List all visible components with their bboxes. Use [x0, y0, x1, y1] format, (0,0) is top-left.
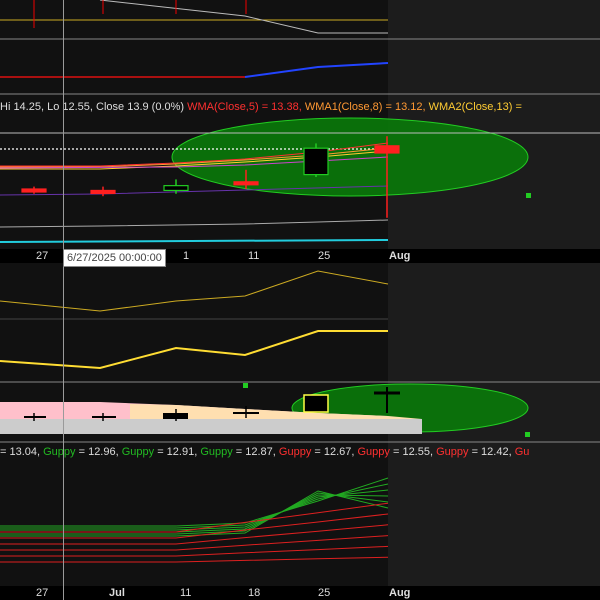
price-legend: Hi 14.25, Lo 12.55, Close 13.9 (0.0%) WM…	[0, 100, 522, 114]
guppy-value: = 12.87,	[235, 446, 279, 458]
price-plot	[0, 117, 600, 243]
date-label: 18	[248, 587, 261, 599]
candle-body[interactable]	[21, 188, 47, 193]
candle-body[interactable]	[163, 185, 189, 192]
guppy-value: = 12.96,	[78, 446, 122, 458]
signal-marker	[526, 193, 531, 198]
guppy-label: Guppy	[357, 446, 393, 458]
volume-indicator-plot	[0, 270, 600, 383]
legend-hi: Hi 14.25,	[0, 101, 45, 113]
date-label: 25	[318, 250, 331, 262]
guppy-label: Guppy	[278, 446, 315, 458]
guppy-value: = 13.04,	[0, 446, 44, 458]
guppy-short-line	[0, 483, 389, 529]
date-label: 27	[36, 250, 49, 262]
guppy-plot	[0, 441, 600, 563]
guppy-long-line	[0, 556, 389, 563]
legend-close: Close 13.9 (0.0%)	[96, 101, 185, 113]
guppy-value: = 12.67,	[314, 446, 358, 458]
volume-indicator-pane[interactable]	[0, 263, 600, 383]
date-label: 25	[318, 587, 331, 599]
guppy-pane[interactable]: = 13.04, Guppy = 12.96, Guppy = 12.91, G…	[0, 440, 600, 586]
top-indicator-plot	[0, 0, 600, 40]
guppy-short-line	[0, 489, 389, 531]
legend-wma: WMA(Close,5) = 13.38,	[187, 101, 302, 113]
top-indicator-pane[interactable]	[0, 0, 600, 40]
guppy-value: = 12.42,	[471, 446, 515, 458]
candle-body[interactable]	[233, 181, 259, 186]
candle-body[interactable]	[90, 189, 116, 195]
guppy-label: Guppy	[200, 446, 236, 458]
guppy-short-line	[0, 477, 389, 527]
date-label: 11	[248, 250, 260, 262]
guppy-label: Gu	[514, 446, 530, 458]
date-label: 11	[180, 587, 192, 599]
crosshair-vertical	[63, 0, 64, 600]
date-label: Jul	[109, 587, 125, 599]
second-indicator-plot	[0, 62, 600, 95]
signal-marker	[525, 432, 530, 437]
candle-body[interactable]	[374, 145, 400, 154]
guppy-label: Guppy	[121, 446, 158, 458]
guppy-value: = 12.55,	[392, 446, 437, 458]
band-plot	[0, 383, 530, 437]
guppy-long-line	[0, 545, 389, 557]
band-pane[interactable]	[0, 383, 600, 440]
signal-marker	[243, 383, 248, 388]
second-indicator-pane[interactable]	[0, 40, 600, 95]
guppy-label: Guppy	[43, 446, 79, 458]
chart-window: Hi 14.25, Lo 12.55, Close 13.9 (0.0%) WM…	[0, 0, 600, 600]
date-label: Aug	[389, 250, 411, 262]
legend-wma2: WMA2(Close,13) =	[428, 101, 522, 113]
legend-lo: Lo 12.55,	[47, 101, 93, 113]
guppy-value: = 12.91,	[157, 446, 201, 458]
crosshair-date-tooltip: 6/27/2025 00:00:00	[63, 249, 166, 267]
date-label: Aug	[389, 587, 411, 599]
date-label: 1	[183, 250, 190, 262]
price-pane[interactable]: Hi 14.25, Lo 12.55, Close 13.9 (0.0%) WM…	[0, 95, 600, 249]
candle-body[interactable]	[303, 147, 329, 176]
guppy-legend: = 13.04, Guppy = 12.96, Guppy = 12.91, G…	[0, 445, 529, 459]
guppy-label: Guppy	[436, 446, 472, 458]
date-axis-bottom: 27 Jul 11 18 25 Aug	[0, 586, 600, 600]
date-label: 27	[36, 587, 49, 599]
legend-wma1: WMA1(Close,8) = 13.12,	[304, 101, 426, 113]
